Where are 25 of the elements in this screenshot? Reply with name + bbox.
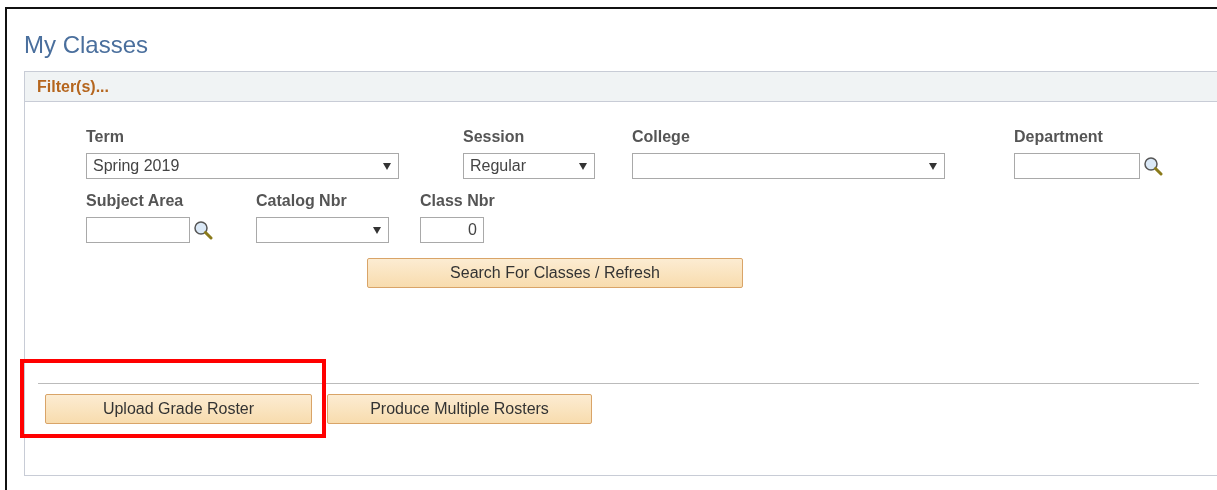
dropdown-field[interactable]: Spring 2019 [86,153,399,179]
dropdown-field[interactable] [632,153,945,179]
field-label: Catalog Nbr [256,192,348,210]
field-label: Term [86,128,125,146]
field-label: College [632,128,691,146]
input-field[interactable] [1014,153,1140,179]
field-label: Department [1014,128,1104,146]
field-label: Session [463,128,526,146]
action-button[interactable]: Upload Grade Roster [45,394,312,424]
input-field[interactable] [86,217,190,243]
caret-icon [382,161,392,171]
filter-header[interactable]: Filter(s)... [24,71,1217,102]
caret-icon [372,225,382,235]
page-title: My Classes [24,31,150,60]
action-button[interactable]: Produce Multiple Rosters [327,394,592,424]
search-icon[interactable] [1143,156,1163,176]
input-field[interactable]: 0 [420,217,484,243]
field-label: Class Nbr [420,192,496,210]
caret-icon [578,161,588,171]
search-button[interactable]: Search For Classes / Refresh [367,258,743,288]
caret-icon [928,161,938,171]
dropdown-field[interactable] [256,217,389,243]
dropdown-field[interactable]: Regular [463,153,595,179]
search-icon[interactable] [193,220,213,240]
field-label: Subject Area [86,192,185,210]
